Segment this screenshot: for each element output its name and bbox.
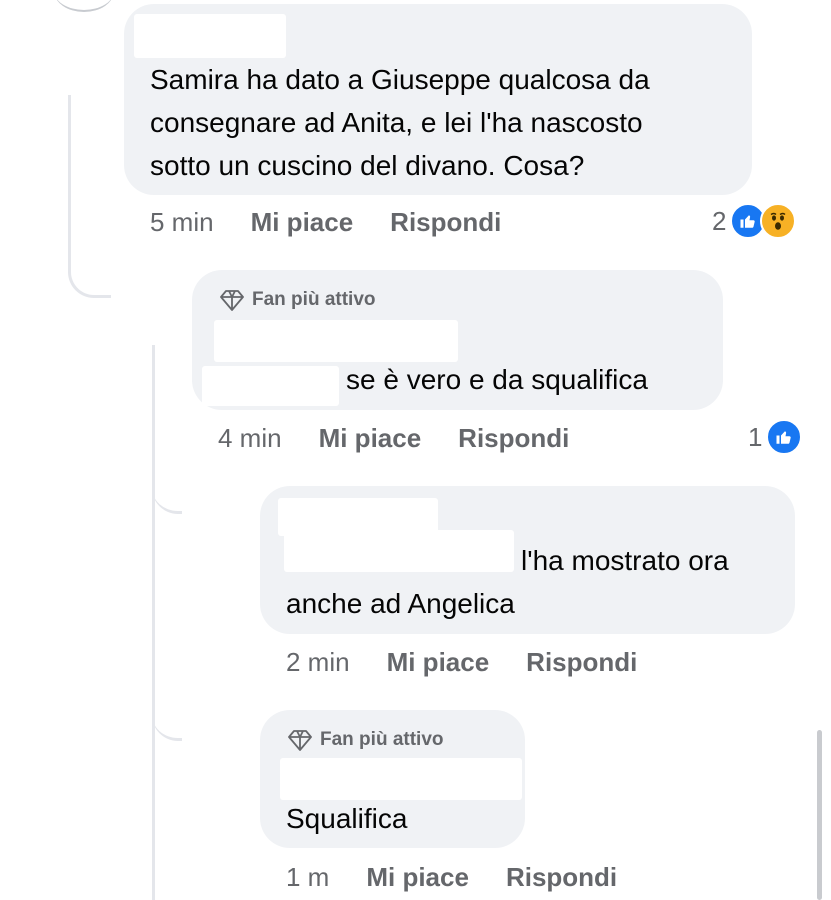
reply-button[interactable]: Rispondi [506, 862, 617, 893]
comment-actions: 1 m Mi piace Rispondi [286, 860, 617, 894]
reply-button[interactable]: Rispondi [390, 207, 501, 238]
like-button[interactable]: Mi piace [251, 207, 354, 238]
parent-avatar-edge [54, 0, 114, 12]
comment-time[interactable]: 5 min [150, 207, 214, 238]
like-button[interactable]: Mi piace [387, 647, 490, 678]
diamond-icon [220, 290, 244, 311]
comment-text-line: Squalifica [286, 803, 408, 834]
top-fan-badge: Fan più attivo [288, 729, 444, 751]
badge-label: Fan più attivo [320, 729, 444, 750]
like-icon [766, 419, 803, 455]
comment-text-line: l'ha mostrato ora [521, 545, 729, 576]
thread-connector-2 [152, 455, 182, 514]
comment-time[interactable]: 4 min [218, 423, 282, 454]
reply-button[interactable]: Rispondi [458, 423, 569, 454]
comment-text-line: anche ad Angelica [286, 588, 515, 619]
redacted-author-name [202, 366, 339, 406]
comment-text-line: se è vero e da squalifica [346, 364, 648, 395]
comment-text-line: consegnare ad Anita, e lei l'ha nascosto [150, 107, 643, 138]
redacted-author-name [280, 758, 522, 800]
comment-time[interactable]: 1 m [286, 862, 329, 893]
reaction-summary[interactable]: 2 [712, 203, 797, 239]
reaction-count: 2 [712, 205, 727, 236]
reply-button[interactable]: Rispondi [526, 647, 637, 678]
redacted-author-name [284, 530, 514, 572]
reaction-summary[interactable]: 1 [748, 419, 803, 455]
comment-actions: 4 min Mi piace Rispondi [218, 421, 569, 455]
reaction-count: 1 [748, 421, 763, 452]
comment-text-line: sotto un cuscino del divano. Cosa? [150, 150, 585, 181]
comment-actions: 2 min Mi piace Rispondi [286, 645, 637, 679]
redacted-author-name [134, 14, 286, 58]
thread-line-2 [152, 345, 155, 900]
like-button[interactable]: Mi piace [319, 423, 422, 454]
wow-icon [760, 203, 797, 239]
thread-connector-1 [68, 95, 111, 298]
badge-label: Fan più attivo [252, 289, 376, 310]
top-fan-badge: Fan più attivo [220, 289, 376, 311]
comment-text-line: Samira ha dato a Giuseppe qualcosa da [150, 64, 650, 95]
comment-actions: 5 min Mi piace Rispondi [150, 205, 501, 239]
redacted-author-name [214, 320, 458, 362]
like-button[interactable]: Mi piace [366, 862, 469, 893]
diamond-icon [288, 730, 312, 751]
thread-connector-3 [152, 690, 182, 741]
comment-time[interactable]: 2 min [286, 647, 350, 678]
scrollbar[interactable] [817, 730, 822, 900]
